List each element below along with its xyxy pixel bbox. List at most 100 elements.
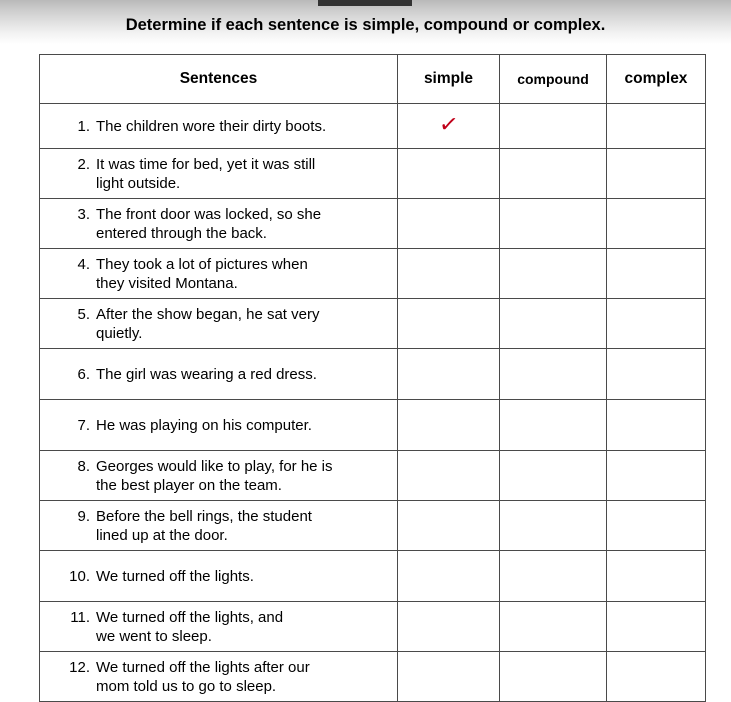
- sentence-number: 4.: [77, 255, 90, 273]
- sentence-cell: 7. He was playing on his computer.: [39, 399, 398, 451]
- complex-answer-cell[interactable]: [606, 651, 706, 702]
- sentence-text: they visited Montana.: [96, 274, 238, 292]
- table-row: 7. He was playing on his computer.: [39, 399, 706, 451]
- sentence-number: 9.: [77, 507, 90, 525]
- sentence-number: 2.: [77, 155, 90, 173]
- table-body: 1. The children wore their dirty boots. ✓ 2…: [39, 103, 706, 702]
- compound-answer-cell[interactable]: [499, 550, 607, 602]
- compound-answer-cell[interactable]: [499, 601, 607, 652]
- complex-answer-cell[interactable]: [606, 348, 706, 400]
- simple-answer-cell[interactable]: [397, 601, 500, 652]
- cropped-toolbar-fragment: [318, 0, 412, 6]
- simple-answer-cell[interactable]: [397, 348, 500, 400]
- sentence-text: The front door was locked, so she: [96, 205, 322, 223]
- compound-answer-cell[interactable]: [499, 399, 607, 451]
- table-row: 9. Before the bell rings, the student line…: [39, 500, 706, 551]
- compound-answer-cell[interactable]: [499, 148, 607, 199]
- sentence-text: entered through the back.: [96, 224, 267, 242]
- sentence-text: Before the bell rings, the student: [96, 507, 312, 525]
- sentence-cell: 1. The children wore their dirty boots.: [39, 103, 398, 149]
- sentence-continuation-line: the best player on the team.: [40, 476, 397, 495]
- compound-answer-cell[interactable]: [499, 248, 607, 299]
- compound-answer-cell[interactable]: [499, 103, 607, 149]
- complex-answer-cell[interactable]: [606, 450, 706, 501]
- sentence-text: light outside.: [96, 174, 181, 192]
- complex-answer-cell[interactable]: [606, 298, 706, 349]
- sentence-number: 1.: [77, 117, 90, 135]
- complex-answer-cell[interactable]: [606, 103, 706, 149]
- complex-answer-cell[interactable]: [606, 500, 706, 551]
- sentence-number: 5.: [77, 305, 90, 323]
- sentence-number: 3.: [77, 205, 90, 223]
- compound-answer-cell[interactable]: [499, 500, 607, 551]
- sentence-text: quietly.: [96, 324, 143, 342]
- table-row: 11. We turned off the lights, and we went …: [39, 601, 706, 652]
- compound-answer-cell[interactable]: [499, 450, 607, 501]
- sentence-first-line: 4. They took a lot of pictures when: [40, 255, 397, 274]
- sentence-number: 10.: [69, 567, 90, 585]
- sentence-continuation-line: we went to sleep.: [40, 627, 397, 646]
- table-row: 2. It was time for bed, yet it was still l…: [39, 148, 706, 199]
- sentence-cell: 12. We turned off the lights after our mom…: [39, 651, 398, 702]
- sentence-text: We turned off the lights, and: [96, 608, 284, 626]
- table-header: Sentences simple compound complex: [39, 54, 706, 104]
- simple-answer-cell[interactable]: [397, 651, 500, 702]
- sentence-first-line: 10. We turned off the lights.: [40, 567, 397, 586]
- table-row: 5. After the show began, he sat very quiet…: [39, 298, 706, 349]
- simple-answer-cell[interactable]: [397, 399, 500, 451]
- sentence-text: We turned off the lights after our: [96, 658, 310, 676]
- sentence-continuation-line: lined up at the door.: [40, 526, 397, 545]
- complex-answer-cell[interactable]: [606, 248, 706, 299]
- compound-answer-cell[interactable]: [499, 651, 607, 702]
- sentence-first-line: 3. The front door was locked, so she: [40, 205, 397, 224]
- simple-answer-cell[interactable]: [397, 248, 500, 299]
- sentence-number: 7.: [77, 416, 90, 434]
- sentence-number: 8.: [77, 457, 90, 475]
- simple-answer-cell[interactable]: [397, 298, 500, 349]
- sentence-first-line: 9. Before the bell rings, the student: [40, 507, 397, 526]
- simple-answer-cell[interactable]: ✓: [397, 103, 500, 149]
- sentence-text: We turned off the lights.: [96, 567, 254, 585]
- table-row: 6. The girl was wearing a red dress.: [39, 348, 706, 400]
- column-header-simple: simple: [397, 54, 500, 104]
- sentence-cell: 10. We turned off the lights.: [39, 550, 398, 602]
- sentence-text: the best player on the team.: [96, 476, 282, 494]
- page-title: Determine if each sentence is simple, co…: [125, 16, 606, 34]
- sentence-text: They took a lot of pictures when: [96, 255, 308, 273]
- simple-answer-cell[interactable]: [397, 500, 500, 551]
- complex-answer-cell[interactable]: [606, 399, 706, 451]
- sentence-cell: 5. After the show began, he sat very quiet…: [39, 298, 398, 349]
- complex-answer-cell[interactable]: [606, 601, 706, 652]
- sentence-first-line: 1. The children wore their dirty boots.: [40, 117, 397, 136]
- compound-answer-cell[interactable]: [499, 298, 607, 349]
- table-row: 1. The children wore their dirty boots. ✓: [39, 103, 706, 149]
- sentence-first-line: 5. After the show began, he sat very: [40, 305, 397, 324]
- table-header-row: Sentences simple compound complex: [39, 54, 706, 104]
- sentence-classification-table: Sentences simple compound complex 1. The …: [39, 54, 706, 702]
- sentence-first-line: 12. We turned off the lights after our: [40, 658, 397, 677]
- sentence-cell: 9. Before the bell rings, the student line…: [39, 500, 398, 551]
- complex-answer-cell[interactable]: [606, 198, 706, 249]
- sentence-text: The girl was wearing a red dress.: [96, 365, 317, 383]
- compound-answer-cell[interactable]: [499, 348, 607, 400]
- simple-answer-cell[interactable]: [397, 550, 500, 602]
- simple-answer-cell[interactable]: [397, 450, 500, 501]
- sentence-cell: 8. Georges would like to play, for he is t…: [39, 450, 398, 501]
- complex-answer-cell[interactable]: [606, 148, 706, 199]
- worksheet-table: Sentences simple compound complex 1. The …: [39, 54, 706, 702]
- sentence-first-line: 11. We turned off the lights, and: [40, 608, 397, 627]
- sentence-text: It was time for bed, yet it was still: [96, 155, 316, 173]
- complex-answer-cell[interactable]: [606, 550, 706, 602]
- sentence-text: Georges would like to play, for he is: [96, 457, 333, 475]
- sentence-first-line: 8. Georges would like to play, for he is: [40, 457, 397, 476]
- sentence-text: He was playing on his computer.: [96, 416, 312, 434]
- compound-answer-cell[interactable]: [499, 198, 607, 249]
- simple-answer-cell[interactable]: [397, 148, 500, 199]
- simple-answer-cell[interactable]: [397, 198, 500, 249]
- table-row: 3. The front door was locked, so she enter…: [39, 198, 706, 249]
- sentence-cell: 6. The girl was wearing a red dress.: [39, 348, 398, 400]
- sentence-continuation-line: entered through the back.: [40, 224, 397, 243]
- sentence-text: After the show began, he sat very: [96, 305, 320, 323]
- table-row: 10. We turned off the lights.: [39, 550, 706, 602]
- sentence-text: The children wore their dirty boots.: [96, 117, 327, 135]
